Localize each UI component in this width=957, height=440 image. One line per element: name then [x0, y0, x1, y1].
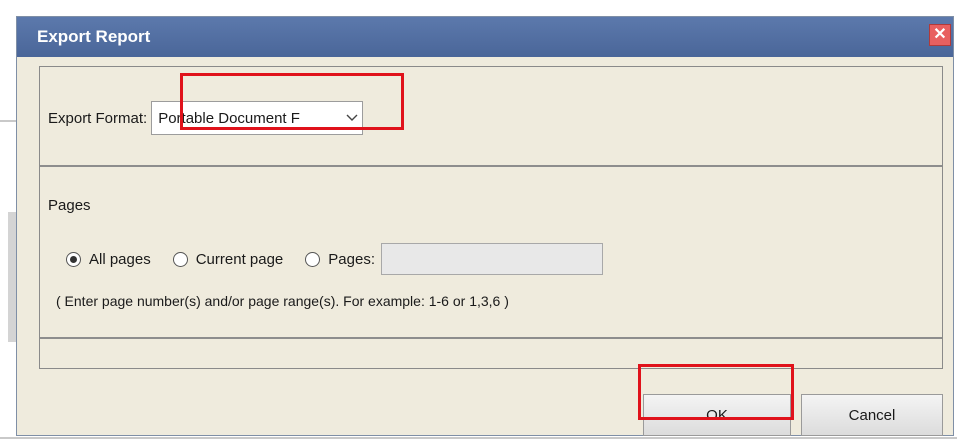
- radio-all-pages[interactable]: [66, 251, 81, 267]
- dialog-titlebar[interactable]: Export Report ✕: [17, 17, 953, 57]
- radio-pages[interactable]: [305, 251, 321, 267]
- export-report-dialog: Export Report ✕ Export Format: Portable …: [16, 16, 954, 436]
- close-button[interactable]: ✕: [929, 24, 951, 46]
- cancel-button-label: Cancel: [848, 406, 896, 424]
- pages-section-title: Pages: [48, 197, 91, 214]
- export-format-label: Export Format:: [48, 109, 148, 127]
- pages-radio-group: All pages Current page Pages:: [66, 243, 603, 275]
- background-line: [0, 120, 16, 122]
- close-icon: ✕: [933, 26, 947, 43]
- pages-hint: ( Enter page number(s) and/or page range…: [56, 293, 509, 309]
- dialog-title: Export Report: [37, 27, 151, 46]
- radio-pages-label[interactable]: Pages:: [328, 251, 375, 268]
- cancel-button[interactable]: Cancel: [801, 394, 943, 436]
- radio-selected-dot: [70, 255, 77, 263]
- background-line: [0, 437, 957, 439]
- radio-current-page[interactable]: [172, 251, 188, 267]
- pages-range-input[interactable]: [380, 243, 603, 275]
- radio-current-page-label[interactable]: Current page: [196, 251, 284, 268]
- dialog-content: Export Format: Portable Document F Pages…: [39, 66, 943, 369]
- background-panel: [8, 212, 16, 342]
- highlight-ok-button: [638, 364, 794, 420]
- separator: [40, 337, 942, 339]
- highlight-export-format: [180, 73, 404, 130]
- separator: [40, 165, 942, 167]
- radio-all-pages-label[interactable]: All pages: [89, 251, 151, 268]
